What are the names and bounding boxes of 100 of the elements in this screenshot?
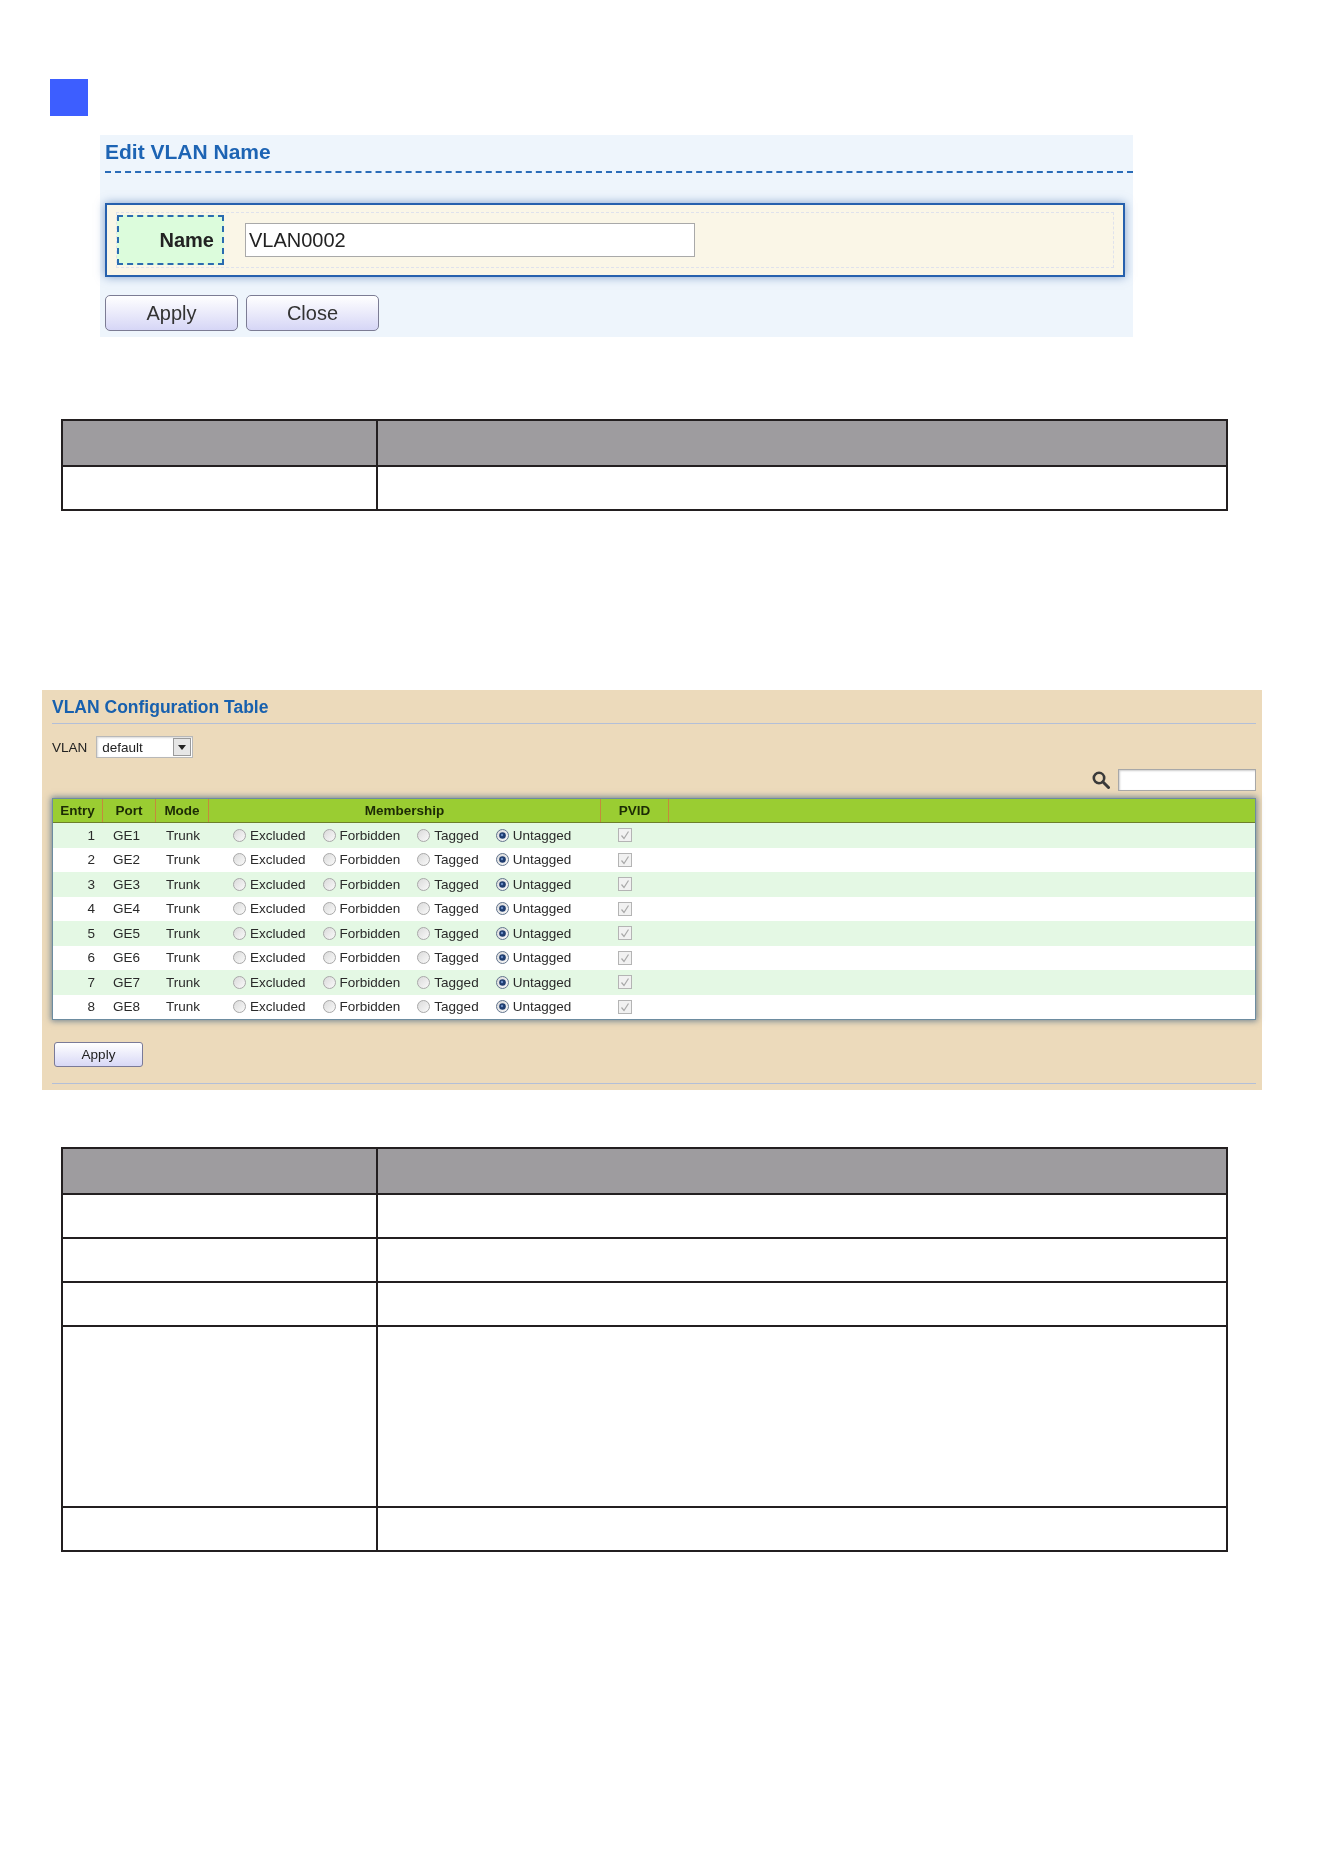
radio-button[interactable]: [233, 902, 246, 916]
mode-cell-text: Trunk: [165, 925, 201, 941]
entry-cell-text: 5: [86, 925, 96, 941]
port-cell-text: GE6: [112, 950, 141, 966]
option-label: Excluded: [250, 999, 306, 1015]
radio-button[interactable]: [417, 1000, 431, 1014]
mode-cell-text: Trunk: [165, 827, 201, 843]
option-label: Excluded: [250, 950, 306, 966]
panel-title: VLAN Configuration Table: [52, 696, 270, 719]
option-label: Excluded: [250, 901, 306, 917]
option-label: Forbidden: [339, 901, 401, 917]
radio-button[interactable]: [495, 828, 509, 842]
entry-cell-text: 8: [86, 999, 96, 1015]
option-label: Excluded: [250, 974, 306, 990]
entry-cell-text: 6: [86, 950, 96, 966]
port-cell-text: GE4: [112, 901, 141, 917]
radio-button[interactable]: [495, 1000, 509, 1014]
radio-button[interactable]: [417, 926, 431, 940]
option-label: Tagged: [434, 852, 479, 868]
column-header: Membership: [209, 799, 601, 822]
radio-button[interactable]: [322, 975, 336, 989]
apply-button[interactable]: Apply: [54, 1042, 143, 1067]
mode-cell-text: Trunk: [165, 901, 201, 917]
option-label: Untagged: [512, 852, 572, 868]
port-cell-text: GE5: [112, 925, 141, 941]
radio-button[interactable]: [417, 902, 431, 916]
option-label: Forbidden: [339, 876, 401, 892]
radio-button[interactable]: [417, 951, 431, 965]
radio-button[interactable]: [495, 951, 509, 965]
option-label: Untagged: [512, 925, 572, 941]
option-label: Excluded: [250, 876, 306, 892]
radio-button[interactable]: [495, 926, 509, 940]
entry-cell-text: 2: [86, 852, 96, 868]
option-label: Forbidden: [339, 974, 401, 990]
radio-button[interactable]: [417, 877, 431, 891]
option-label: Forbidden: [339, 999, 401, 1015]
option-label: Untagged: [512, 901, 572, 917]
port-cell-text: GE1: [112, 827, 141, 843]
radio-button[interactable]: [233, 951, 246, 965]
caret-icon: [173, 738, 192, 756]
radio-button[interactable]: [495, 853, 509, 867]
option-label: Tagged: [434, 974, 479, 990]
option-label: Tagged: [434, 950, 479, 966]
mode-cell-text: Trunk: [165, 876, 201, 892]
radio-button[interactable]: [322, 828, 336, 842]
mode-cell-text: Trunk: [165, 950, 201, 966]
port-cell-text: GE2: [112, 852, 141, 868]
radio-button[interactable]: [417, 975, 431, 989]
radio-button[interactable]: [322, 902, 336, 916]
mode-cell-text: Trunk: [165, 999, 201, 1015]
panel-title: Edit VLAN Name: [105, 140, 272, 165]
radio-button[interactable]: [233, 926, 246, 940]
column-header: Mode: [156, 799, 209, 822]
square-icon: [50, 79, 88, 116]
apply-button[interactable]: Apply: [105, 295, 238, 331]
port-cell-text: GE7: [112, 974, 141, 990]
radio-button[interactable]: [322, 1000, 336, 1014]
entry-cell-text: 7: [86, 974, 96, 990]
radio-button[interactable]: [495, 902, 509, 916]
option-label: Forbidden: [339, 950, 401, 966]
option-label: Tagged: [434, 827, 479, 843]
name-input[interactable]: VLAN0002: [245, 223, 695, 257]
radio-button[interactable]: [322, 853, 336, 867]
radio-button[interactable]: [233, 975, 246, 989]
mode-cell-text: Trunk: [165, 852, 201, 868]
radio-button[interactable]: [495, 975, 509, 989]
radio-button[interactable]: [233, 828, 246, 842]
column-header: PVID: [601, 799, 669, 822]
port-cell-text: GE3: [112, 876, 141, 892]
option-label: Excluded: [250, 925, 306, 941]
option-label: Tagged: [434, 925, 479, 941]
vlan-label: VLAN: [52, 739, 88, 755]
option-label: Forbidden: [339, 852, 401, 868]
radio-button[interactable]: [417, 853, 431, 867]
option-label: Forbidden: [339, 827, 401, 843]
option-label: Untagged: [512, 876, 572, 892]
radio-button[interactable]: [417, 828, 431, 842]
radio-button[interactable]: [233, 1000, 246, 1014]
radio-button[interactable]: [322, 926, 336, 940]
option-label: Tagged: [434, 999, 479, 1015]
close-button[interactable]: Close: [246, 295, 379, 331]
search-icon: [1092, 771, 1110, 789]
option-label: Untagged: [512, 950, 572, 966]
port-cell-text: GE8: [112, 999, 141, 1015]
option-label: Tagged: [434, 876, 479, 892]
vlan-select[interactable]: default: [96, 736, 194, 758]
option-label: Untagged: [512, 974, 572, 990]
radio-button[interactable]: [495, 877, 509, 891]
radio-button[interactable]: [322, 951, 336, 965]
entry-cell-text: 4: [86, 901, 96, 917]
entry-cell-text: 3: [86, 876, 96, 892]
option-label: Untagged: [512, 999, 572, 1015]
option-label: Excluded: [250, 827, 306, 843]
radio-button[interactable]: [233, 853, 246, 867]
field-label: Name: [117, 215, 224, 265]
radio-button[interactable]: [233, 877, 246, 891]
search-field[interactable]: [1118, 769, 1256, 791]
radio-button[interactable]: [322, 877, 336, 891]
entry-cell-text: 1: [86, 827, 96, 843]
mode-cell-text: Trunk: [165, 974, 201, 990]
